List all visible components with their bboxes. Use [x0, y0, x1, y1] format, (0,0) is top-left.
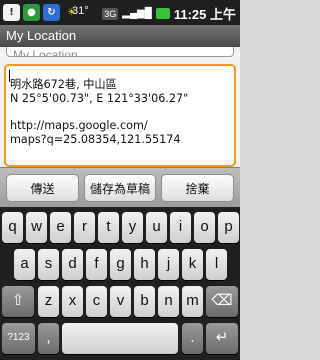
message-editor[interactable]: 明水路672巷, 中山區 N 25°5'00.73", E 121°33'06.…: [4, 64, 236, 167]
send-button[interactable]: 傳送: [6, 174, 79, 202]
key-c[interactable]: c: [86, 286, 107, 317]
app-title-bar: My Location: [0, 25, 240, 47]
key-s[interactable]: s: [38, 249, 59, 280]
key-m[interactable]: m: [182, 286, 203, 317]
key-comma[interactable]: ,: [38, 323, 59, 354]
location-field-text: My Location: [13, 48, 78, 57]
enter-key[interactable]: ↵: [206, 323, 238, 354]
clock-text: 11:25 上午: [173, 7, 236, 22]
compose-area: My Location 明水路672巷, 中山區 N 25°5'00.73", …: [0, 47, 240, 167]
save-draft-button[interactable]: 儲存為草稿: [84, 174, 156, 202]
key-z[interactable]: z: [38, 286, 59, 317]
key-y[interactable]: y: [122, 212, 143, 243]
key-r[interactable]: r: [74, 212, 95, 243]
shift-arrow-icon: ⇧: [11, 292, 25, 309]
temperature-text: 31°: [72, 5, 89, 17]
notification-icon: !: [3, 4, 20, 21]
key-w[interactable]: w: [26, 212, 47, 243]
key-period[interactable]: .: [182, 323, 203, 354]
space-bar[interactable]: [62, 323, 178, 354]
key-k[interactable]: k: [182, 249, 203, 280]
shift-key[interactable]: ⇧: [2, 286, 34, 317]
symbols-key[interactable]: ?123: [2, 323, 35, 354]
backspace-icon: ⌫: [211, 292, 233, 309]
key-u[interactable]: u: [146, 212, 167, 243]
key-h[interactable]: h: [134, 249, 155, 280]
action-bar: 傳送 儲存為草稿 捨棄: [0, 167, 240, 208]
status-icons-left: ! ● ↻ ☀: [3, 4, 80, 21]
key-q[interactable]: q: [2, 212, 23, 243]
app-title: My Location: [6, 28, 77, 43]
key-p[interactable]: p: [218, 212, 239, 243]
signal-3g-icon: 3G: [102, 7, 119, 20]
status-icons-right: 3G ▂▄▆█ 11:25 上午: [102, 4, 236, 23]
key-n[interactable]: n: [158, 286, 179, 317]
key-v[interactable]: v: [110, 286, 131, 317]
sync-icon: ↻: [43, 4, 60, 21]
key-j[interactable]: j: [158, 249, 179, 280]
status-bar: ! ● ↻ ☀ 31° 3G ▂▄▆█ 11:25 上午: [0, 0, 240, 25]
key-t[interactable]: t: [98, 212, 119, 243]
soft-keyboard: q w e r t y u i o p a s d f g h j k l ⇧ …: [0, 207, 240, 360]
key-l[interactable]: l: [206, 249, 227, 280]
key-i[interactable]: i: [170, 212, 191, 243]
message-text: 明水路672巷, 中山區 N 25°5'00.73", E 121°33'06.…: [10, 78, 189, 147]
backspace-key[interactable]: ⌫: [206, 286, 238, 317]
signal-bars-icon: ▂▄▆█: [122, 8, 152, 19]
key-f[interactable]: f: [86, 249, 107, 280]
battery-icon: [155, 8, 170, 19]
key-e[interactable]: e: [50, 212, 71, 243]
key-o[interactable]: o: [194, 212, 215, 243]
enter-icon: ↵: [215, 329, 229, 346]
discard-button[interactable]: 捨棄: [161, 174, 234, 202]
location-field[interactable]: My Location: [6, 47, 234, 57]
key-a[interactable]: a: [14, 249, 35, 280]
key-d[interactable]: d: [62, 249, 83, 280]
contacts-icon: ●: [23, 4, 40, 21]
key-g[interactable]: g: [110, 249, 131, 280]
key-b[interactable]: b: [134, 286, 155, 317]
key-x[interactable]: x: [62, 286, 83, 317]
